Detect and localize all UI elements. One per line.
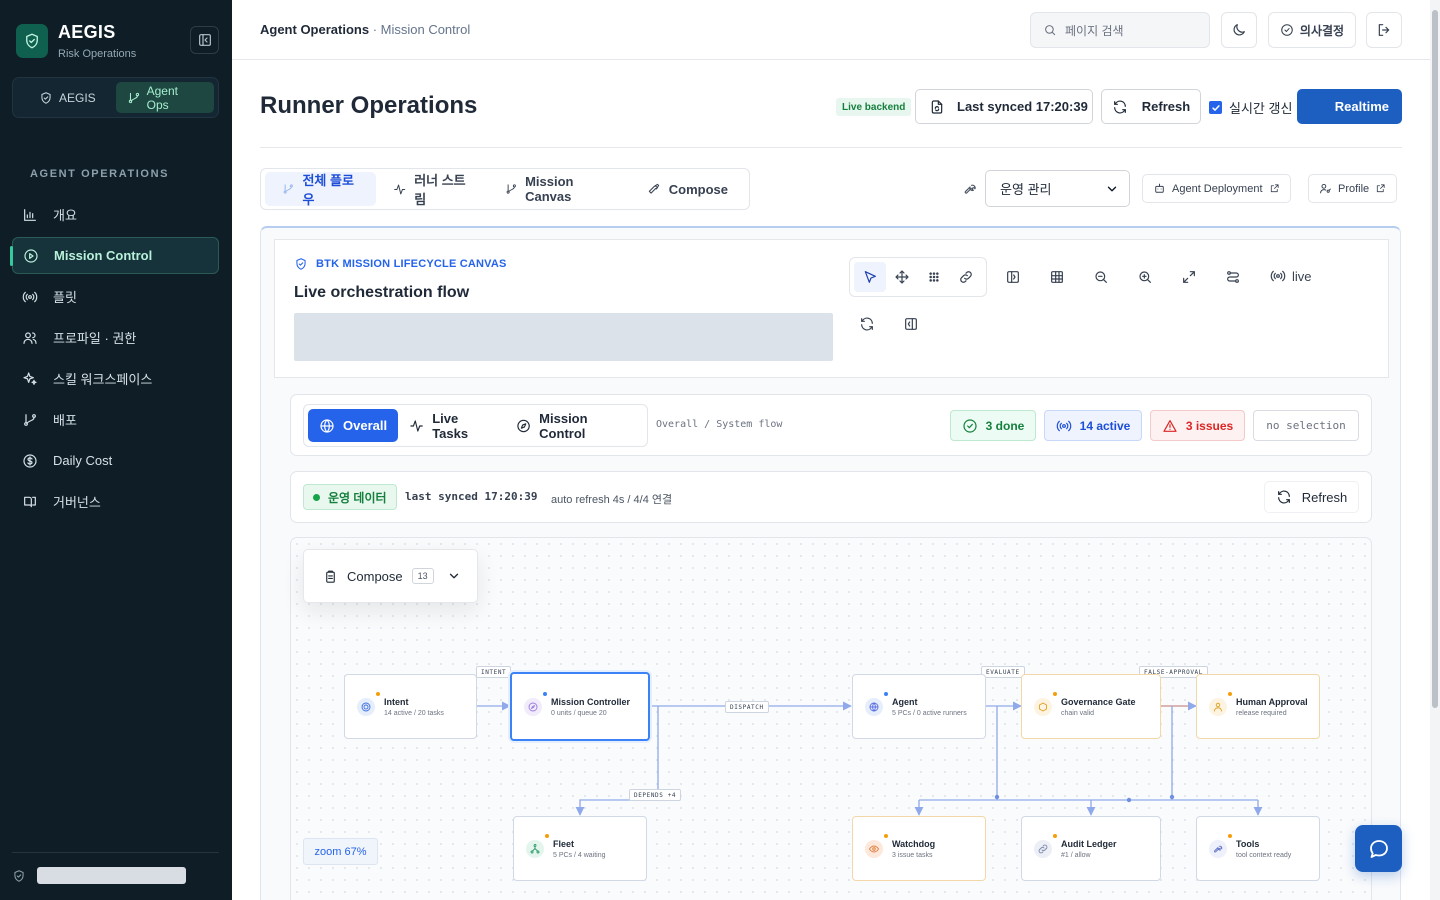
node-title: Mission Controller: [551, 696, 631, 707]
edge-junction: [1126, 797, 1132, 803]
chat-bubble-icon: [1369, 839, 1388, 858]
compass-icon: [524, 691, 547, 716]
node-agent[interactable]: Agent 5 PCs / 0 active runners: [852, 674, 986, 739]
target-icon: [357, 691, 380, 716]
wrench-icon: [1209, 833, 1232, 858]
node-human-approval[interactable]: Human Approval release required: [1196, 674, 1320, 739]
node-tools[interactable]: Tools tool context ready: [1196, 816, 1320, 881]
person-icon: [1209, 691, 1232, 716]
node-title: Audit Ledger: [1061, 838, 1117, 849]
edge-label-intent: INTENT: [476, 666, 512, 678]
node-title: Agent: [892, 696, 918, 707]
node-subtitle: 0 units / queue 20: [551, 709, 607, 717]
node-audit-ledger[interactable]: Audit Ledger #1 / allow: [1021, 816, 1161, 881]
node-title: Intent: [384, 696, 409, 707]
clipboard-icon: [326, 570, 335, 583]
node-subtitle: chain valid: [1061, 709, 1095, 717]
edge-label-evaluate: EVALUATE: [981, 666, 1025, 678]
node-title: Fleet: [553, 838, 575, 849]
node-subtitle: 3 issue tasks: [892, 851, 933, 859]
node-subtitle: tool context ready: [1236, 851, 1292, 859]
chevron-down-icon: [449, 573, 458, 579]
globe-icon: [865, 691, 888, 716]
edge-label-dispatch: DISPATCH: [725, 701, 769, 713]
node-title: Governance Gate: [1061, 696, 1136, 707]
node-subtitle: release required: [1236, 709, 1287, 717]
edge-junction: [994, 794, 1000, 800]
edge-label-depends: DEPENDS +4: [629, 789, 682, 801]
node-title: Tools: [1236, 838, 1260, 849]
node-subtitle: 5 PCs / 0 active runners: [892, 709, 967, 717]
node-subtitle: 14 active / 20 tasks: [384, 709, 444, 717]
node-fleet[interactable]: Fleet 5 PCs / 4 waiting: [513, 816, 647, 881]
eye-icon: [865, 833, 888, 858]
node-subtitle: #1 / allow: [1061, 851, 1091, 859]
hexagon-icon: [1034, 691, 1057, 716]
compose-count: 13: [411, 568, 434, 584]
node-intent[interactable]: Intent 14 active / 20 tasks: [344, 674, 477, 739]
node-title: Watchdog: [892, 838, 936, 849]
zoom-indicator: zoom 67%: [303, 838, 378, 865]
compose-dropdown[interactable]: Compose 13: [303, 549, 478, 603]
node-governance-gate[interactable]: Governance Gate chain valid: [1021, 674, 1161, 739]
edge-junction: [1169, 794, 1175, 800]
compose-label: Compose: [347, 568, 403, 584]
node-title: Human Approval: [1236, 696, 1308, 707]
chat-button[interactable]: [1355, 825, 1402, 872]
node-watchdog[interactable]: Watchdog 3 issue tasks: [852, 816, 986, 881]
node-mission-controller[interactable]: Mission Controller 0 units / queue 20: [510, 672, 650, 741]
link-icon: [1034, 833, 1057, 858]
node-subtitle: 5 PCs / 4 waiting: [553, 851, 606, 859]
network-icon: [526, 833, 549, 858]
flow-edges: [477, 701, 1263, 816]
